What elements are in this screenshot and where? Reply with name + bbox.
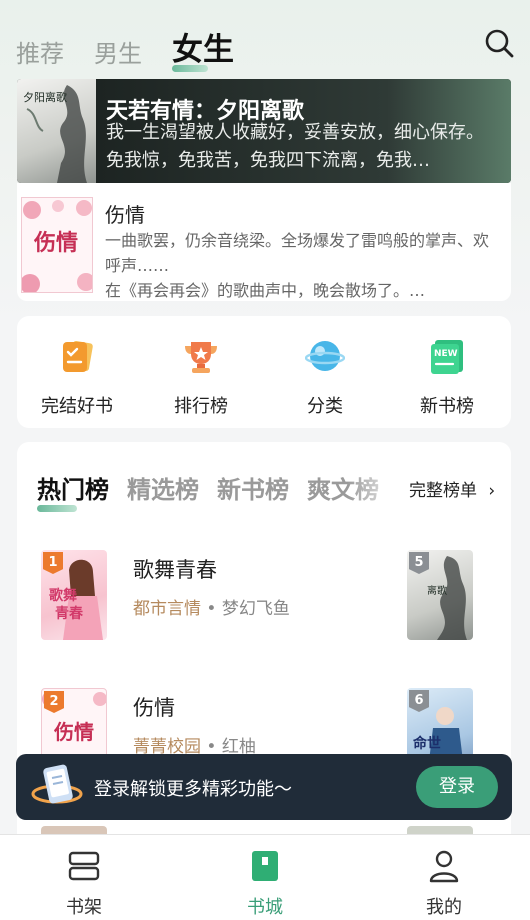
nav-bookshelf[interactable]: 书架 [34,849,134,919]
rank-book-cover-right[interactable]: 离歌 5 [407,550,473,640]
hero-book-cover[interactable]: 夕阳离歌 [17,79,96,183]
bottom-navigation: 书架 书城 我的 [0,834,530,920]
rank-book-cover[interactable]: 歌舞 青春 1 [41,550,107,640]
rank-book-title: 伤情 [133,696,175,720]
svg-text:命世: 命世 [412,735,441,752]
bookstore-icon [252,851,278,881]
floral-cover-illustration: 伤情 [22,200,92,292]
ink-figure-illustration: 夕阳离歌 [23,85,87,183]
rank-tab-new[interactable]: 新书榜 [217,470,289,505]
rank-book-author: 梦幻飞鱼 [221,599,290,619]
category-planet-icon [304,341,346,371]
rank-book-meta: 都市言情 • 梦幻飞鱼 [133,594,290,619]
phone-unlock-icon [31,764,83,804]
featured-book-title: 伤情 [105,203,145,227]
svg-text:青春: 青春 [55,605,84,622]
rank-book-category: 都市言情 [133,599,201,619]
quick-entry-finished[interactable]: 完结好书 [17,336,137,418]
tab-recommend[interactable]: 推荐 [16,42,64,66]
featured-book-description: 一曲歌罢，仍余音绕梁。全场爆发了雷鸣般的掌声、欢呼声…… 在《再会再会》的歌曲声… [105,228,501,303]
chevron-right-icon: › [488,481,496,501]
featured-book-card[interactable]: 伤情 伤情 一曲歌罢，仍余音绕梁。全场爆发了雷鸣般的掌声、欢呼声…… 在《再会再… [17,183,511,301]
finished-books-icon [63,340,93,372]
quick-entry-category[interactable]: 分类 [265,336,385,418]
ranking-tabs: 热门榜 精选榜 新书榜 爽文榜 [37,470,379,512]
gender-tabs: 推荐 男生 女生 [16,22,234,72]
cover-calligraphy: 夕阳离歌 [23,90,67,104]
trophy-icon [185,342,217,373]
nav-bookstore[interactable]: 书城 [215,849,315,919]
featured-book-cover[interactable]: 伤情 [21,197,93,293]
nav-label: 书城 [247,897,283,918]
full-list-label: 完整榜单 [409,481,477,501]
svg-text:离歌: 离歌 [427,584,447,597]
tab-female[interactable]: 女生 [172,35,234,72]
new-book-icon: NEW [431,340,463,374]
quick-entry-label: 分类 [307,396,343,417]
profile-icon [429,850,459,883]
svg-text:伤情: 伤情 [53,720,94,744]
svg-text:伤情: 伤情 [33,230,78,256]
nav-label: 我的 [426,897,462,918]
tab-male[interactable]: 男生 [94,42,142,66]
login-button[interactable]: 登录 [416,766,498,808]
rank-tab-selected[interactable]: 精选榜 [127,470,199,505]
search-icon[interactable] [484,28,514,58]
meta-separator: • [206,599,222,619]
login-prompt-banner: 登录解锁更多精彩功能～ 登录 [16,754,512,820]
login-prompt-text: 登录解锁更多精彩功能～ [94,779,292,800]
quick-entry-label: 排行榜 [174,396,228,417]
featured-desc-line-1: 一曲歌罢，仍余音绕梁。全场爆发了雷鸣般的掌声、欢呼声…… [105,231,490,275]
quick-entry-new-books[interactable]: NEW 新书榜 [387,336,507,418]
featured-desc-line-2: 在《再会再会》的歌曲声中，晚会散场了。… [105,281,426,300]
quick-entry-label: 完结好书 [41,396,113,417]
quick-entry-ranking[interactable]: 排行榜 [141,336,261,418]
rank-book-title: 歌舞青春 [133,558,217,582]
rank-book-row[interactable]: 歌舞 青春 1 歌舞青春 都市言情 • 梦幻飞鱼 离歌 5 [41,550,481,642]
tab-fade-overlay [347,464,407,504]
bookshelf-icon [68,851,100,881]
nav-profile[interactable]: 我的 [394,849,494,919]
hero-banner[interactable]: 夕阳离歌 天若有情：夕阳离歌 我一生渴望被人收藏好，妥善安放，细心保存。免我惊，… [17,79,511,183]
hero-description: 我一生渴望被人收藏好，妥善安放，细心保存。免我惊，免我苦，免我四下流离，免我… [106,122,484,171]
quick-entry-panel: 完结好书 排行榜 分类 NEW 新书榜 [17,316,511,428]
svg-text:NEW: NEW [434,349,458,359]
quick-entry-label: 新书榜 [420,396,474,417]
rank-tab-hot[interactable]: 热门榜 [37,470,109,512]
svg-text:歌舞: 歌舞 [49,587,77,604]
full-list-link[interactable]: 完整榜单 › [409,476,495,501]
nav-label: 书架 [66,897,102,918]
